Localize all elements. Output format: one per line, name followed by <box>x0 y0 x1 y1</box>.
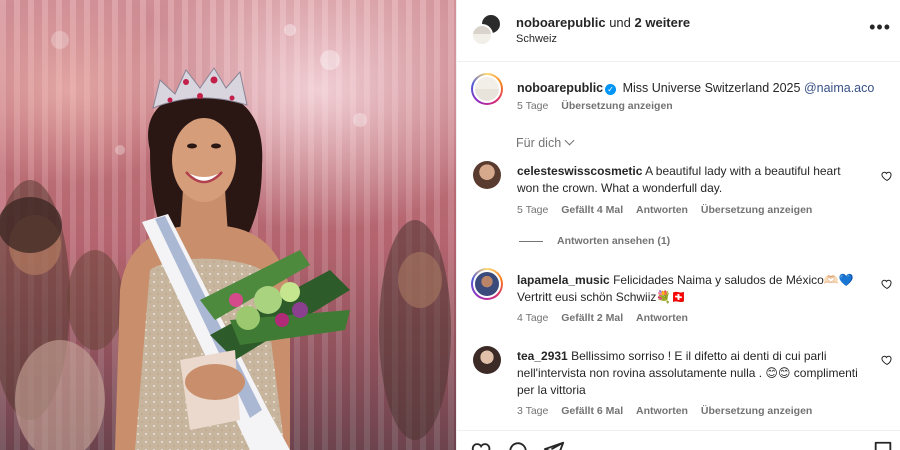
share-icon[interactable] <box>543 440 565 450</box>
translate-link[interactable]: Übersetzung anzeigen <box>701 204 812 216</box>
authors-connector: und <box>609 15 631 30</box>
comment-username[interactable]: celesteswisscosmetic <box>517 164 642 178</box>
more-options-icon[interactable]: ••• <box>869 18 891 36</box>
other-authors-link[interactable]: 2 weitere <box>635 15 691 30</box>
post-photo[interactable] <box>0 0 456 450</box>
reply-button[interactable]: Antworten <box>636 405 688 417</box>
post-sidebar: noboarepublic und 2 weitere Schweiz ••• … <box>456 0 900 450</box>
comment-avatar[interactable] <box>473 346 501 374</box>
comment-likes[interactable]: Gefällt 6 Mal <box>561 405 623 417</box>
photo-illustration <box>0 24 451 450</box>
chevron-down-icon <box>564 135 575 146</box>
comment-body: lapamela_music Felicidades Naima y salud… <box>517 272 862 306</box>
reply-button[interactable]: Antworten <box>636 204 688 216</box>
post-authors: noboarepublic und 2 weitere <box>516 15 690 30</box>
comment-meta: 3 Tage Gefällt 6 Mal Antworten Übersetzu… <box>517 405 822 417</box>
save-icon[interactable] <box>873 440 893 450</box>
comment-body: tea_2931 Bellissimo sorriso ! E il difet… <box>517 348 862 399</box>
caption-avatar[interactable] <box>471 73 503 105</box>
comment-body: celesteswisscosmetic A beautiful lady wi… <box>517 163 862 197</box>
translate-link[interactable]: Übersetzung anzeigen <box>701 405 812 417</box>
comment-avatar[interactable] <box>471 268 503 300</box>
heart-icon[interactable] <box>881 170 893 182</box>
comment-likes[interactable]: Gefällt 4 Mal <box>561 204 623 216</box>
caption-mention[interactable]: @naima.aco <box>804 81 874 95</box>
heart-icon[interactable] <box>881 354 893 366</box>
reply-button[interactable]: Antworten <box>636 312 688 324</box>
comment-time[interactable]: 5 Tage <box>517 204 548 216</box>
comment-likes[interactable]: Gefällt 2 Mal <box>561 312 623 324</box>
comment-time[interactable]: 4 Tage <box>517 312 548 324</box>
comment-avatar[interactable] <box>473 161 501 189</box>
instagram-post: noboarepublic und 2 weitere Schweiz ••• … <box>0 0 900 450</box>
caption-meta: 5 Tage Übersetzung anzeigen <box>517 100 683 112</box>
post-location[interactable]: Schweiz <box>516 33 557 45</box>
comment-text: Bellissimo sorriso ! E il difetto ai den… <box>517 349 858 397</box>
post-header: noboarepublic und 2 weitere Schweiz ••• <box>457 0 900 62</box>
comment-sort-dropdown[interactable]: Für dich <box>516 135 575 150</box>
view-replies-button[interactable]: Antworten ansehen (1) <box>519 235 670 247</box>
comment-meta: 4 Tage Gefällt 2 Mal Antworten <box>517 312 698 324</box>
caption-text: Miss Universe Switzerland 2025 <box>622 81 801 95</box>
comment-username[interactable]: lapamela_music <box>517 273 610 287</box>
post-caption: noboarepublic ✓ Miss Universe Switzerland… <box>517 80 887 97</box>
view-replies-label: Antworten ansehen (1) <box>557 235 671 247</box>
sort-label: Für dich <box>516 136 562 150</box>
comment-time[interactable]: 3 Tage <box>517 405 548 417</box>
comment-icon[interactable] <box>507 440 529 450</box>
caption-username[interactable]: noboarepublic <box>517 81 603 95</box>
heart-icon[interactable] <box>881 278 893 290</box>
comment-meta: 5 Tage Gefällt 4 Mal Antworten Übersetzu… <box>517 204 822 216</box>
replies-divider <box>519 240 543 242</box>
caption-time[interactable]: 5 Tage <box>517 100 548 112</box>
comment-username[interactable]: tea_2931 <box>517 349 568 363</box>
verified-icon: ✓ <box>605 84 617 95</box>
post-action-bar <box>457 430 900 450</box>
like-icon[interactable] <box>471 440 493 450</box>
author-avatar[interactable] <box>471 24 493 46</box>
author-username[interactable]: noboarepublic <box>516 15 606 30</box>
caption-translate-link[interactable]: Übersetzung anzeigen <box>561 100 672 112</box>
